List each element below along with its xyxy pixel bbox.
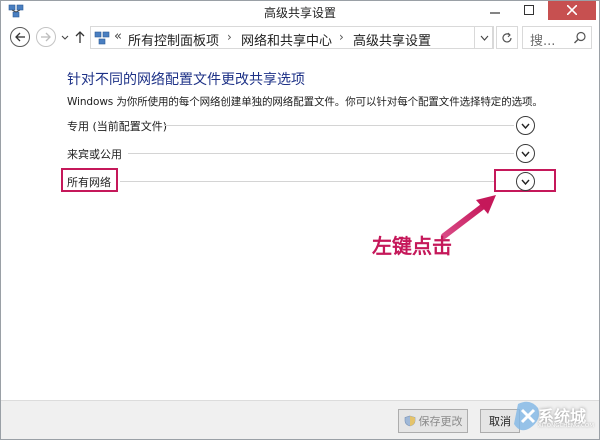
breadcrumb-separator[interactable]: › (227, 30, 232, 44)
shield-icon (404, 415, 415, 427)
back-button[interactable] (10, 27, 30, 47)
chevron-down-icon (480, 35, 488, 41)
cancel-label: 取消 (489, 415, 511, 428)
window-border (0, 0, 600, 440)
close-button[interactable] (548, 0, 596, 20)
annotation-left-click-text: 左键点击 (372, 234, 452, 258)
recent-pages-dropdown-icon[interactable] (60, 30, 70, 44)
save-changes-button[interactable]: 保存更改 (398, 409, 468, 433)
chevron-down-icon (521, 123, 530, 129)
expand-guest-public-button[interactable] (516, 144, 535, 163)
section-divider (120, 181, 494, 182)
section-guest-public-label[interactable]: 来宾或公用 (67, 146, 122, 162)
refresh-button[interactable] (496, 26, 518, 49)
section-divider (128, 153, 514, 154)
watermark-sub: XITONGCHENG.COM (538, 423, 594, 429)
network-icon (94, 31, 110, 45)
section-private-label[interactable]: 专用 (当前配置文件) (67, 118, 167, 134)
maximize-icon (524, 5, 534, 15)
up-arrow-icon[interactable] (73, 29, 87, 45)
page-description: Windows 为你所使用的每个网络创建单独的网络配置文件。你可以针对每个配置文… (67, 96, 543, 108)
breadcrumb-advanced-sharing[interactable]: 高级共享设置 (353, 30, 431, 49)
maximize-button[interactable] (514, 0, 544, 20)
address-dropdown-button[interactable] (474, 26, 494, 49)
title-bar: 高级共享设置 (0, 0, 600, 22)
page-title: 针对不同的网络配置文件更改共享选项 (67, 72, 305, 88)
chevron-down-icon (521, 179, 530, 185)
arrow-right-icon (41, 32, 51, 42)
search-box[interactable]: 搜... (522, 26, 592, 49)
breadcrumb-control-panel[interactable]: 所有控制面板项 (128, 30, 219, 49)
refresh-icon (502, 32, 512, 42)
search-icon[interactable] (573, 31, 587, 45)
minimize-button[interactable] (480, 0, 510, 20)
arrow-left-icon (15, 32, 25, 42)
close-icon (567, 5, 577, 15)
section-divider (164, 125, 514, 126)
breadcrumb-separator[interactable]: › (339, 30, 344, 44)
expand-all-networks-button[interactable] (516, 172, 535, 191)
chevron-down-icon (521, 151, 530, 157)
address-bar[interactable]: « 所有控制面板项 › 网络和共享中心 › 高级共享设置 (90, 26, 493, 49)
section-all-networks-label[interactable]: 所有网络 (67, 174, 111, 190)
breadcrumb-network-center[interactable]: 网络和共享中心 (241, 30, 332, 49)
expand-private-button[interactable] (516, 116, 535, 135)
navigation-bar: « 所有控制面板项 › 网络和共享中心 › 高级共享设置 搜... (0, 22, 600, 52)
save-changes-label: 保存更改 (418, 415, 463, 428)
search-placeholder: 搜... (530, 34, 556, 49)
breadcrumb-overflow[interactable]: « (114, 29, 122, 44)
minimize-icon (490, 12, 500, 14)
window-title: 高级共享设置 (263, 6, 336, 20)
forward-button[interactable] (36, 27, 56, 47)
